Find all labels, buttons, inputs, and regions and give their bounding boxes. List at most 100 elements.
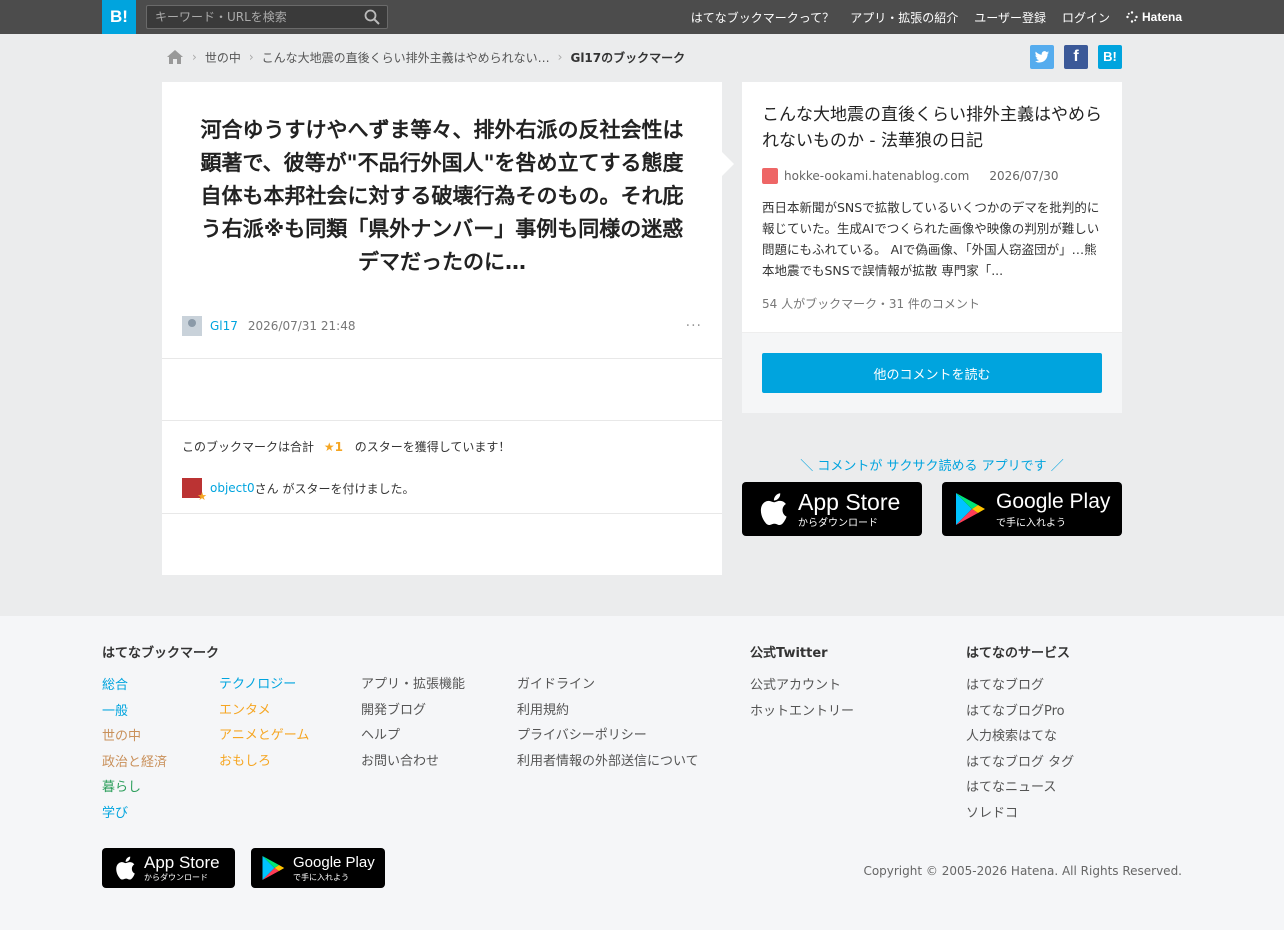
- footer-cat-economics[interactable]: 政治と経済: [102, 750, 219, 776]
- google-play-badge[interactable]: Google Play で手に入れよう: [942, 482, 1122, 536]
- footer-cat-game[interactable]: アニメとゲーム: [219, 723, 309, 749]
- footer-links-2: ガイドライン 利用規約 プライバシーポリシー 利用者情報の外部送信について: [517, 672, 699, 774]
- star-summary-suffix: のスターを獲得しています！: [354, 440, 511, 454]
- app-store-subtitle: からダウンロード: [798, 517, 878, 529]
- footer-app-store-text: App Store からダウンロード: [144, 852, 220, 883]
- footer-google-play-subtitle: で手に入れよう: [293, 872, 349, 882]
- footer-link-guideline[interactable]: ガイドライン: [517, 672, 699, 698]
- entry-card: こんな大地震の直後くらい排外主義はやめられないものか - 法華狼の日記 hokk…: [742, 82, 1122, 413]
- footer-service-blog[interactable]: はてなブログ: [966, 673, 1074, 699]
- footer-cat-it[interactable]: テクノロジー: [219, 672, 309, 698]
- hatena-dots-icon: [1126, 11, 1138, 23]
- breadcrumb-current: Gl17のブックマーク: [570, 50, 686, 65]
- footer-heading: 公式Twitter: [750, 646, 828, 661]
- footer-cat-fun[interactable]: おもしろ: [219, 749, 309, 775]
- footer-cat-ippan[interactable]: 一般: [102, 699, 219, 725]
- global-header: B! はてなブックマークって？ アプリ・拡張の紹介 ユーザー登録 ログイン Ha…: [0, 0, 1284, 34]
- search-box: [146, 5, 388, 29]
- share-buttons: f B!: [1030, 45, 1122, 69]
- star-giver-text: さん がスターを付けました。: [254, 481, 415, 496]
- facebook-share-button[interactable]: f: [1064, 45, 1088, 69]
- star-giver-row: ★ object0 さん がスターを付けました。: [182, 478, 415, 503]
- footer-heading: はてなブックマーク: [102, 646, 220, 661]
- site-favicon-icon: [762, 168, 778, 184]
- footer-link-help[interactable]: ヘルプ: [361, 723, 465, 749]
- user-name-link[interactable]: Gl17: [210, 319, 238, 333]
- footer: はてなブックマーク 総合 一般 世の中 政治と経済 暮らし 学び テクノロジー …: [0, 616, 1284, 930]
- entry-meta: hokke-ookami.hatenablog.com 2026/07/30: [762, 168, 1059, 184]
- star-icon: ★: [197, 490, 207, 503]
- twitter-share-button[interactable]: [1030, 45, 1054, 69]
- star-giver-avatar[interactable]: ★: [182, 478, 207, 503]
- footer-app-store-title: App Store: [144, 852, 220, 872]
- entry-title-link[interactable]: こんな大地震の直後くらい排外主義はやめられないものか - 法華狼の日記: [762, 102, 1107, 154]
- card-pointer: [722, 152, 734, 176]
- hatena-share-button[interactable]: B!: [1098, 45, 1122, 69]
- nav-apps[interactable]: アプリ・拡張の紹介: [850, 9, 958, 26]
- nav-about[interactable]: はてなブックマークって？: [691, 9, 834, 26]
- footer-service-q[interactable]: 人力検索はてな: [966, 724, 1074, 750]
- footer-cat-social[interactable]: 世の中: [102, 724, 219, 750]
- header-nav: はてなブックマークって？ アプリ・拡張の紹介 ユーザー登録 ログイン Haten…: [691, 0, 1182, 34]
- hatena-logo[interactable]: Hatena: [1126, 10, 1182, 24]
- bookmark-date: 2026/07/31 21:48: [247, 319, 356, 333]
- footer-cat-life[interactable]: 暮らし: [102, 775, 219, 801]
- hatena-bookmark-logo[interactable]: B!: [102, 0, 136, 34]
- more-options-icon[interactable]: ···: [686, 318, 702, 334]
- google-play-title: Google Play: [996, 489, 1111, 513]
- copyright: Copyright © 2005-2026 Hatena. All Rights…: [863, 864, 1182, 878]
- footer-heading: はてなのサービス: [966, 646, 1071, 661]
- footer-categories-2: テクノロジー エンタメ アニメとゲーム おもしろ: [219, 672, 309, 774]
- home-icon[interactable]: [166, 49, 184, 65]
- footer-service-news[interactable]: はてなニュース: [966, 775, 1074, 801]
- footer-link-privacy[interactable]: プライバシーポリシー: [517, 723, 699, 749]
- footer-twitter-hotentry[interactable]: ホットエントリー: [750, 699, 854, 725]
- footer-link-external-info[interactable]: 利用者情報の外部送信について: [517, 749, 699, 775]
- footer-link-apps[interactable]: アプリ・拡張機能: [361, 672, 465, 698]
- divider: [162, 420, 722, 421]
- apple-icon: [116, 856, 135, 880]
- user-avatar[interactable]: [182, 316, 202, 336]
- search-input[interactable]: [147, 6, 357, 28]
- footer-link-devblog[interactable]: 開発ブログ: [361, 698, 465, 724]
- breadcrumb: › 世の中 › こんな大地震の直後くらい排外主義はやめられない… › Gl17の…: [166, 46, 685, 68]
- google-play-icon: [956, 493, 985, 525]
- footer-cat-entertainment[interactable]: エンタメ: [219, 698, 309, 724]
- google-play-icon: [262, 856, 285, 880]
- footer-services-section: はてなのサービス はてなブログ はてなブログPro 人力検索はてな はてなブログ…: [966, 642, 1074, 827]
- footer-twitter-section: 公式Twitter 公式アカウント ホットエントリー: [750, 642, 854, 724]
- bookmark-user-row: Gl17 2026/07/31 21:48 ···: [182, 316, 702, 336]
- footer-app-store-badge[interactable]: App Store からダウンロード: [102, 848, 235, 888]
- search-icon[interactable]: [364, 9, 380, 25]
- app-store-badge[interactable]: App Store からダウンロード: [742, 482, 922, 536]
- entry-bookmark-count[interactable]: 54 人がブックマーク・31 件のコメント: [762, 295, 980, 312]
- hatena-logo-text: Hatena: [1141, 10, 1182, 24]
- footer-cat-general[interactable]: 総合: [102, 673, 219, 699]
- nav-login[interactable]: ログイン: [1062, 9, 1110, 26]
- breadcrumb-entry[interactable]: こんな大地震の直後くらい排外主義はやめられない…: [262, 49, 550, 66]
- footer-cat-knowledge[interactable]: 学び: [102, 801, 219, 827]
- footer-link-contact[interactable]: お問い合わせ: [361, 749, 465, 775]
- nav-register[interactable]: ユーザー登録: [974, 9, 1046, 26]
- entry-description: 西日本新聞がSNSで拡散しているいくつかのデマを批判的に報じていた。生成AIでつ…: [762, 200, 1100, 278]
- chevron-right-icon: ›: [248, 50, 254, 64]
- chevron-right-icon: ›: [557, 50, 563, 64]
- entry-domain-link[interactable]: hokke-ookami.hatenablog.com: [784, 169, 969, 183]
- footer-app-store-subtitle: からダウンロード: [144, 872, 208, 882]
- footer-google-play-text: Google Play で手に入れよう: [293, 854, 375, 883]
- read-more-comments-button[interactable]: 他のコメントを読む: [762, 353, 1102, 393]
- footer-links-1: アプリ・拡張機能 開発ブログ ヘルプ お問い合わせ: [361, 672, 465, 774]
- footer-service-blogpro[interactable]: はてなブログPro: [966, 699, 1074, 725]
- google-play-text: Google Play で手に入れよう: [996, 490, 1110, 529]
- star-count: ★1: [323, 440, 343, 454]
- footer-twitter-official[interactable]: 公式アカウント: [750, 673, 854, 699]
- footer-google-play-badge[interactable]: Google Play で手に入れよう: [251, 848, 385, 888]
- star-summary: このブックマークは合計 ★1 のスターを獲得しています！: [182, 438, 510, 455]
- footer-service-blog-tag[interactable]: はてなブログ タグ: [966, 750, 1074, 776]
- footer-service-soredoko[interactable]: ソレドコ: [966, 801, 1074, 827]
- breadcrumb-category[interactable]: 世の中: [205, 49, 241, 66]
- star-giver-link[interactable]: object0: [210, 481, 255, 495]
- footer-bookmark-section: はてなブックマーク 総合 一般 世の中 政治と経済 暮らし 学び: [102, 642, 219, 827]
- footer-link-terms[interactable]: 利用規約: [517, 698, 699, 724]
- divider: [162, 358, 722, 359]
